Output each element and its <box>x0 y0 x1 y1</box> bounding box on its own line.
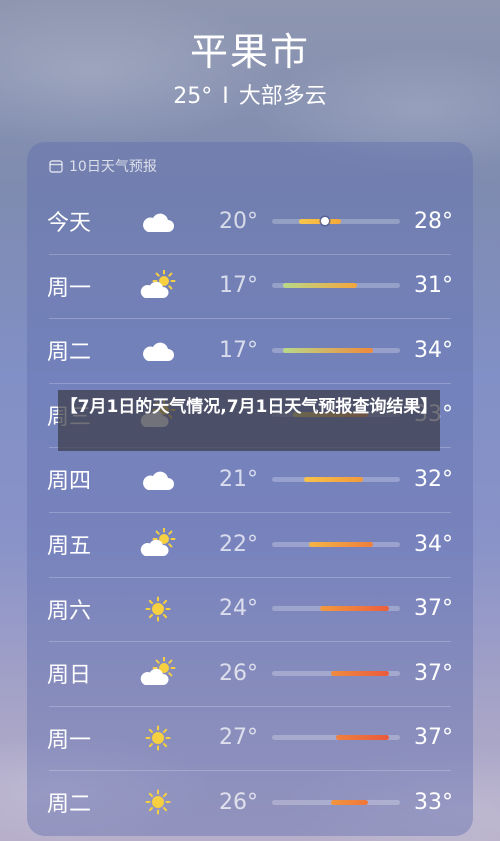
temp-range-track <box>272 347 400 353</box>
forecast-day: 周日 <box>47 663 92 689</box>
forecast-high: 34° <box>414 531 453 557</box>
forecast-day: 周六 <box>47 598 92 624</box>
current-temp: 25° <box>173 84 213 109</box>
sun-icon <box>139 593 177 625</box>
forecast-high: 37° <box>414 660 453 686</box>
row-divider <box>49 318 451 320</box>
cloud-icon <box>139 334 177 366</box>
cloud-icon <box>139 205 177 237</box>
forecast-low: 22° <box>219 531 258 557</box>
summary-separator: I <box>222 84 229 109</box>
current-condition: 大部多云 <box>238 84 327 109</box>
forecast-day: 周二 <box>47 792 92 818</box>
forecast-card-title: 10日天气预报 <box>69 159 157 175</box>
forecast-high: 37° <box>414 725 453 751</box>
forecast-low: 17° <box>219 337 258 363</box>
forecast-row[interactable]: 今天 20° 28° <box>27 189 473 253</box>
cloud-icon <box>139 463 177 495</box>
forecast-low: 24° <box>219 596 258 622</box>
forecast-day: 周五 <box>47 534 92 559</box>
row-divider <box>49 641 451 643</box>
forecast-row[interactable]: 周一 17° 31° <box>27 253 473 318</box>
temp-range-fill <box>330 670 390 676</box>
temp-range-track <box>272 283 400 289</box>
forecast-row[interactable]: 周四 21° 32° <box>27 447 473 511</box>
row-divider <box>49 576 451 578</box>
partly-sunny-icon <box>139 527 177 560</box>
temp-range-fill <box>320 606 390 612</box>
temp-range-fill <box>298 218 342 224</box>
forecast-row[interactable]: 周二 17° 34° <box>27 318 473 382</box>
temp-range-track <box>272 606 400 612</box>
temp-range-fill <box>330 799 368 805</box>
forecast-low: 27° <box>219 725 258 751</box>
city-name: 平果市 <box>189 30 310 74</box>
temp-range-track <box>272 735 400 741</box>
forecast-row[interactable]: 周二 26° 33° <box>27 770 473 834</box>
calendar-icon <box>49 160 63 173</box>
forecast-day: 周一 <box>47 727 92 753</box>
forecast-row[interactable]: 周五 22° 34° <box>27 512 473 576</box>
forecast-high: 28° <box>414 208 453 234</box>
temp-range-track <box>272 670 400 676</box>
forecast-high: 34° <box>414 337 453 363</box>
row-divider <box>49 253 451 255</box>
temp-range-fill <box>304 476 363 482</box>
forecast-day: 周四 <box>47 469 92 495</box>
weather-header: 平果市 25° I 大部多云 <box>0 28 500 112</box>
forecast-low: 26° <box>219 789 258 815</box>
current-summary: 25° I 大部多云 <box>0 82 500 112</box>
forecast-low: 17° <box>219 273 258 299</box>
row-divider <box>49 382 451 384</box>
temp-range-track <box>272 541 400 547</box>
forecast-high: 37° <box>414 596 453 622</box>
forecast-low: 26° <box>219 660 258 686</box>
forecast-high: 32° <box>414 466 453 492</box>
row-divider <box>49 770 451 772</box>
temp-range-track <box>272 799 400 805</box>
article-title-banner: 【7月1日的天气情况,7月1日天气预报查询结果】 <box>58 390 440 451</box>
partly-sunny-icon <box>139 656 177 689</box>
forecast-card-header: 10日天气预报 <box>49 156 157 176</box>
ten-day-forecast-card[interactable]: 10日天气预报 今天20°28°周一17°31°周二17°34°周三33°周四2… <box>27 142 473 836</box>
sun-icon <box>139 722 177 754</box>
forecast-low: 21° <box>219 466 258 492</box>
forecast-row[interactable]: 周六 24° 37° <box>27 576 473 641</box>
forecast-day: 周一 <box>47 275 92 301</box>
temp-range-fill <box>282 283 358 289</box>
forecast-high: 31° <box>414 273 453 299</box>
partly-sunny-icon <box>139 269 177 302</box>
forecast-day: 今天 <box>47 211 92 236</box>
temp-range-fill <box>282 347 374 353</box>
temp-range-track <box>272 476 400 482</box>
row-divider <box>49 512 451 513</box>
forecast-low: 20° <box>219 208 258 234</box>
temp-range-track <box>272 217 400 225</box>
forecast-high: 33° <box>414 789 453 815</box>
temp-range-fill <box>336 735 390 741</box>
forecast-day: 周二 <box>47 340 92 366</box>
sun-icon <box>139 786 177 818</box>
current-temp-dot <box>321 217 330 225</box>
forecast-row[interactable]: 周一 27° 37° <box>27 705 473 770</box>
forecast-row[interactable]: 周日 26° 37° <box>27 641 473 705</box>
temp-range-fill <box>309 541 374 547</box>
row-divider <box>49 705 451 707</box>
